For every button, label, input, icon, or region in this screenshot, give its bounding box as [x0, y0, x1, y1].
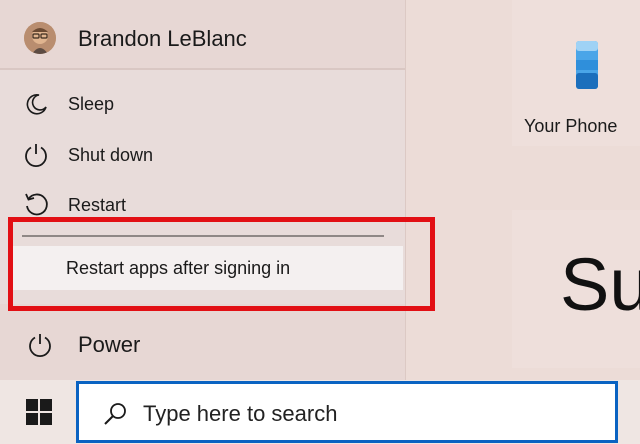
restart-icon: [22, 191, 50, 219]
menu-item-shut-down[interactable]: Shut down: [0, 133, 405, 177]
menu-item-sleep[interactable]: Sleep: [0, 82, 405, 126]
windows-logo-icon: [26, 399, 52, 425]
menu-item-label: Sleep: [68, 93, 115, 114]
menu-item-label: Shut down: [68, 144, 154, 165]
moon-icon: [22, 90, 50, 118]
power-button[interactable]: Power: [0, 320, 405, 370]
taskbar-search-box[interactable]: [76, 381, 618, 443]
tile-partial[interactable]: Sur: [512, 210, 640, 368]
restart-apps-option[interactable]: Restart apps after signing in: [10, 246, 403, 290]
tile-your-phone[interactable]: Your Phone: [512, 0, 640, 146]
power-icon: [22, 141, 50, 169]
user-avatar: [24, 22, 56, 54]
power-label: Power: [78, 332, 141, 357]
menu-item-restart[interactable]: Restart: [0, 183, 405, 227]
menu-item-label: Restart: [68, 194, 127, 215]
search-input[interactable]: [141, 396, 585, 432]
search-icon: [101, 400, 129, 428]
restart-apps-label: Restart apps after signing in: [66, 257, 291, 278]
tile-label: Your Phone: [524, 116, 618, 136]
user-account-row[interactable]: Brandon LeBlanc: [0, 0, 405, 70]
menu-divider: [22, 235, 384, 237]
tile-partial-text: Sur: [560, 243, 640, 326]
user-name: Brandon LeBlanc: [78, 26, 247, 51]
power-flyout-menu: Sleep Shut down Restart Restart apps aft…: [0, 68, 405, 304]
phone-icon: [575, 40, 607, 96]
start-button[interactable]: [20, 395, 60, 431]
power-icon: [26, 331, 54, 359]
